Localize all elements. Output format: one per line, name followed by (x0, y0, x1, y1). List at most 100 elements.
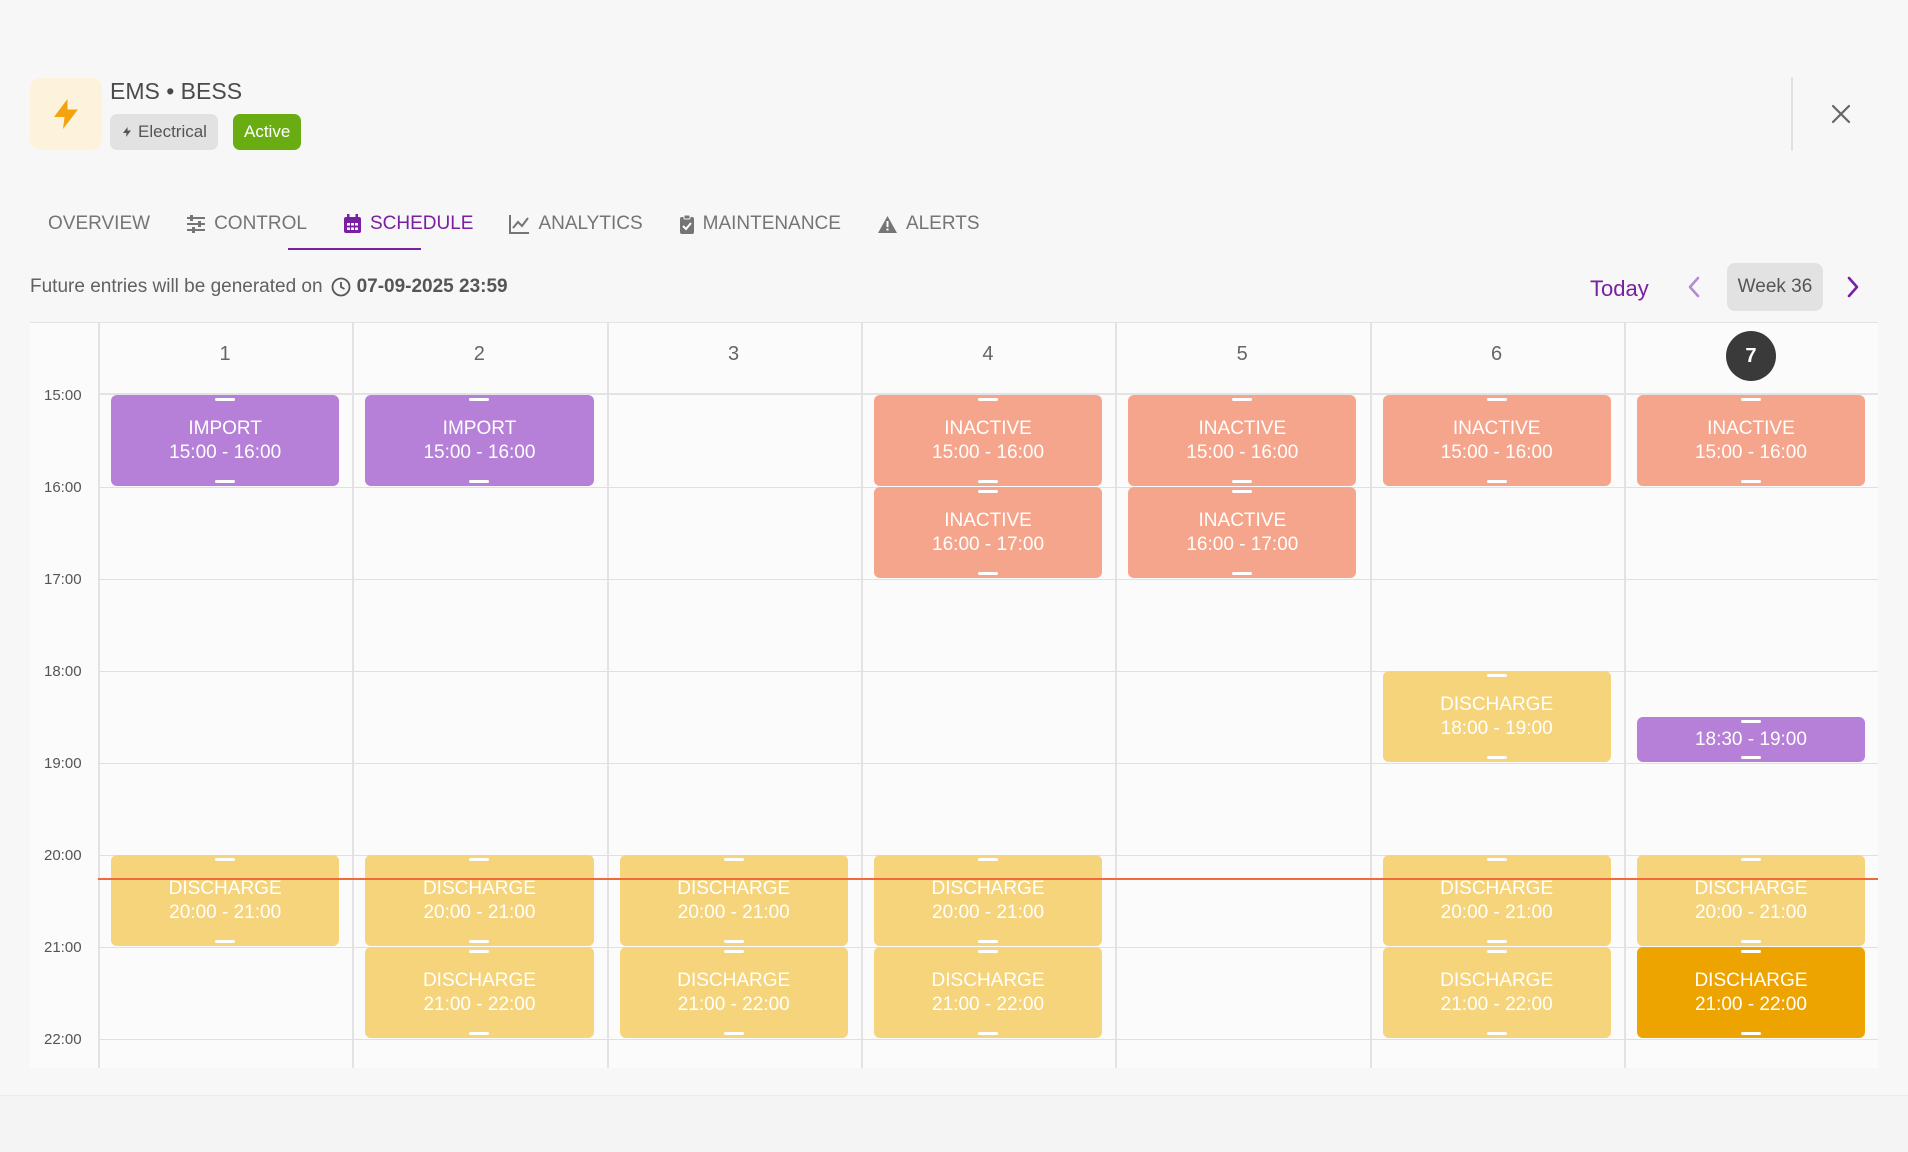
event-title: DISCHARGE (931, 877, 1045, 899)
schedule-event[interactable]: INACTIVE 15:00 - 16:00 (1382, 395, 1611, 486)
time-label: 21:00 (44, 939, 82, 956)
schedule-event[interactable]: DISCHARGE 21:00 - 22:00 (1382, 947, 1611, 1038)
day-header[interactable]: 2 (352, 343, 606, 366)
resize-handle-top[interactable] (1740, 720, 1761, 723)
resize-handle-bottom[interactable] (723, 1032, 744, 1035)
resize-handle-top[interactable] (215, 858, 236, 861)
hour-gridline (98, 763, 1878, 764)
time-label: 22:00 (44, 1031, 82, 1048)
schedule-event[interactable]: DISCHARGE 21:00 - 22:00 (1636, 947, 1866, 1038)
event-time: 18:00 - 19:00 (1440, 717, 1553, 739)
schedule-event[interactable]: INACTIVE 15:00 - 16:00 (1128, 395, 1357, 486)
resize-handle-top[interactable] (469, 950, 490, 953)
day-header[interactable]: 5 (1115, 343, 1369, 366)
schedule-event[interactable]: INACTIVE 15:00 - 16:00 (1636, 395, 1866, 486)
resize-handle-top[interactable] (723, 858, 744, 861)
tab-alerts[interactable]: ALERTS (859, 204, 998, 244)
resize-handle-top[interactable] (978, 950, 999, 953)
today-button[interactable]: Today (1590, 276, 1649, 302)
resize-handle-bottom[interactable] (1486, 1032, 1507, 1035)
header-divider (1791, 77, 1793, 151)
resize-handle-bottom[interactable] (1486, 940, 1507, 943)
resize-handle-bottom[interactable] (1486, 480, 1507, 483)
event-title: INACTIVE (944, 509, 1032, 531)
resize-handle-bottom[interactable] (978, 1032, 999, 1035)
schedule-event[interactable]: DISCHARGE 20:00 - 21:00 (1636, 855, 1866, 946)
schedule-event[interactable]: DISCHARGE 18:00 - 19:00 (1382, 671, 1611, 762)
resize-handle-bottom[interactable] (978, 572, 999, 575)
previous-week-button[interactable] (1683, 274, 1705, 305)
resize-handle-bottom[interactable] (215, 480, 236, 483)
day-header[interactable]: 6 (1370, 343, 1624, 366)
status-badge: Active (233, 114, 302, 150)
resize-handle-bottom[interactable] (723, 940, 744, 943)
resize-handle-top[interactable] (1486, 858, 1507, 861)
resize-handle-top[interactable] (723, 950, 744, 953)
resize-handle-top[interactable] (978, 858, 999, 861)
resize-handle-bottom[interactable] (978, 480, 999, 483)
schedule-event[interactable]: DISCHARGE 20:00 - 21:00 (1382, 855, 1611, 946)
resize-handle-bottom[interactable] (1232, 572, 1253, 575)
resize-handle-top[interactable] (469, 398, 490, 401)
schedule-event[interactable]: DISCHARGE 21:00 - 22:00 (365, 947, 594, 1038)
resize-handle-top[interactable] (1232, 490, 1253, 493)
resize-handle-bottom[interactable] (1740, 1032, 1761, 1035)
day-header[interactable]: 4 (861, 343, 1115, 366)
resize-handle-bottom[interactable] (1740, 756, 1761, 759)
event-time: 21:00 - 22:00 (677, 993, 790, 1015)
resize-handle-top[interactable] (1740, 950, 1761, 953)
tab-overview[interactable]: OVERVIEW (30, 204, 168, 244)
resize-handle-bottom[interactable] (1232, 480, 1253, 483)
schedule-event[interactable]: DISCHARGE 20:00 - 21:00 (365, 855, 594, 946)
resize-handle-bottom[interactable] (1740, 480, 1761, 483)
resize-handle-top[interactable] (978, 398, 999, 401)
week-selector[interactable]: Week 36 (1727, 263, 1823, 311)
tab-control[interactable]: CONTROL (168, 204, 325, 244)
next-week-button[interactable] (1842, 274, 1864, 305)
schedule-event[interactable]: DISCHARGE 21:00 - 22:00 (873, 947, 1103, 1038)
schedule-event[interactable]: INACTIVE 15:00 - 16:00 (873, 395, 1103, 486)
schedule-event[interactable]: IMPORT 15:00 - 16:00 (365, 395, 594, 486)
resize-handle-top[interactable] (1486, 950, 1507, 953)
active-tab-indicator (288, 248, 421, 250)
resize-handle-top[interactable] (469, 858, 490, 861)
day-header[interactable]: 3 (607, 343, 861, 366)
schedule-event[interactable]: DISCHARGE 20:00 - 21:00 (619, 855, 848, 946)
schedule-event[interactable]: DISCHARGE 21:00 - 22:00 (619, 947, 848, 1038)
tab-maintenance[interactable]: MAINTENANCE (661, 204, 859, 244)
event-title: INACTIVE (1198, 509, 1287, 531)
tab-schedule-label: SCHEDULE (369, 213, 474, 234)
resize-handle-top[interactable] (1740, 858, 1761, 861)
resize-handle-bottom[interactable] (469, 480, 490, 483)
tab-maintenance-label: MAINTENANCE (702, 213, 841, 234)
resize-handle-top[interactable] (1232, 398, 1253, 401)
resize-handle-top[interactable] (1486, 398, 1507, 401)
resize-handle-bottom[interactable] (978, 940, 999, 943)
day-column-divider (352, 323, 355, 1068)
generation-date: 07-09-2025 23:59 (331, 276, 508, 298)
device-panel: EMS • BESS Electrical Active OVERVIEW CO… (0, 0, 1908, 1096)
resize-handle-bottom[interactable] (469, 1032, 490, 1035)
resize-handle-top[interactable] (1740, 398, 1761, 401)
schedule-event[interactable]: INACTIVE 16:00 - 17:00 (1128, 487, 1357, 578)
resize-handle-top[interactable] (215, 398, 236, 401)
schedule-event[interactable]: IMPORT 15:00 - 16:00 (111, 395, 340, 486)
close-button[interactable] (1822, 95, 1860, 133)
week-calendar: 1 2 3 4 5 6 7 15:00 16:00 17:00 18:00 19:00 20:00 21:… (30, 322, 1878, 1068)
calendar-icon (343, 214, 362, 234)
schedule-event[interactable]: DISCHARGE 20:00 - 21:00 (873, 855, 1103, 946)
resize-handle-bottom[interactable] (215, 940, 236, 943)
tab-analytics[interactable]: ANALYTICS (491, 204, 660, 244)
resize-handle-bottom[interactable] (1740, 940, 1761, 943)
resize-handle-bottom[interactable] (1486, 756, 1507, 759)
resize-handle-top[interactable] (978, 490, 999, 493)
resize-handle-top[interactable] (1486, 674, 1507, 677)
day-header[interactable]: 1 (98, 343, 352, 366)
schedule-event[interactable]: 18:30 - 19:00 (1636, 717, 1866, 762)
clock-icon (331, 277, 350, 297)
tab-schedule[interactable]: SCHEDULE (325, 204, 491, 244)
resize-handle-bottom[interactable] (469, 940, 490, 943)
schedule-event[interactable]: INACTIVE 16:00 - 17:00 (873, 487, 1103, 578)
day-header-today[interactable]: 7 (1725, 331, 1776, 381)
schedule-event[interactable]: DISCHARGE 20:00 - 21:00 (111, 855, 340, 946)
